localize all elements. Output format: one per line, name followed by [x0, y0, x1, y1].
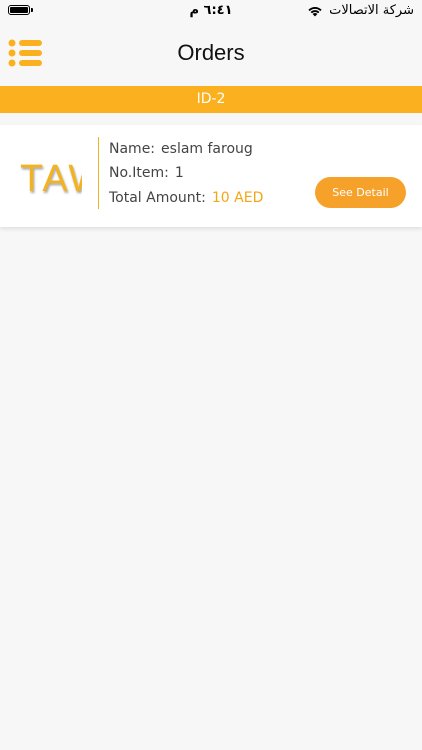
nav-bar: Orders	[0, 22, 422, 86]
amount-value: 10 AED	[211, 190, 264, 206]
order-id-banner: ID-2	[0, 86, 422, 113]
status-bar: ٦:٤١ م شركة الاتصالات	[0, 0, 422, 22]
order-card: TAW Name: eslam faroug No.Item: 1 Total Am…	[0, 125, 422, 227]
status-right: شركة الاتصالات	[307, 3, 414, 18]
carrier-name: شركة الاتصالات	[329, 3, 414, 18]
name-label: Name:	[109, 141, 156, 157]
name-value: eslam faroug	[161, 141, 253, 157]
wifi-icon	[308, 6, 322, 16]
total-amount-row: Total Amount: 10 AED	[109, 190, 263, 206]
items-value: 1	[174, 165, 184, 181]
restaurant-logo: TAW	[20, 161, 82, 197]
card-divider	[98, 137, 99, 209]
items-label: No.Item:	[109, 165, 169, 181]
see-detail-button[interactable]: See Detail	[315, 177, 406, 208]
item-count-row: No.Item: 1	[109, 165, 184, 181]
page-title: Orders	[177, 40, 245, 65]
customer-name-row: Name: eslam faroug	[109, 141, 253, 157]
amount-label: Total Amount:	[109, 190, 206, 206]
logo-text: TAW	[20, 161, 82, 197]
